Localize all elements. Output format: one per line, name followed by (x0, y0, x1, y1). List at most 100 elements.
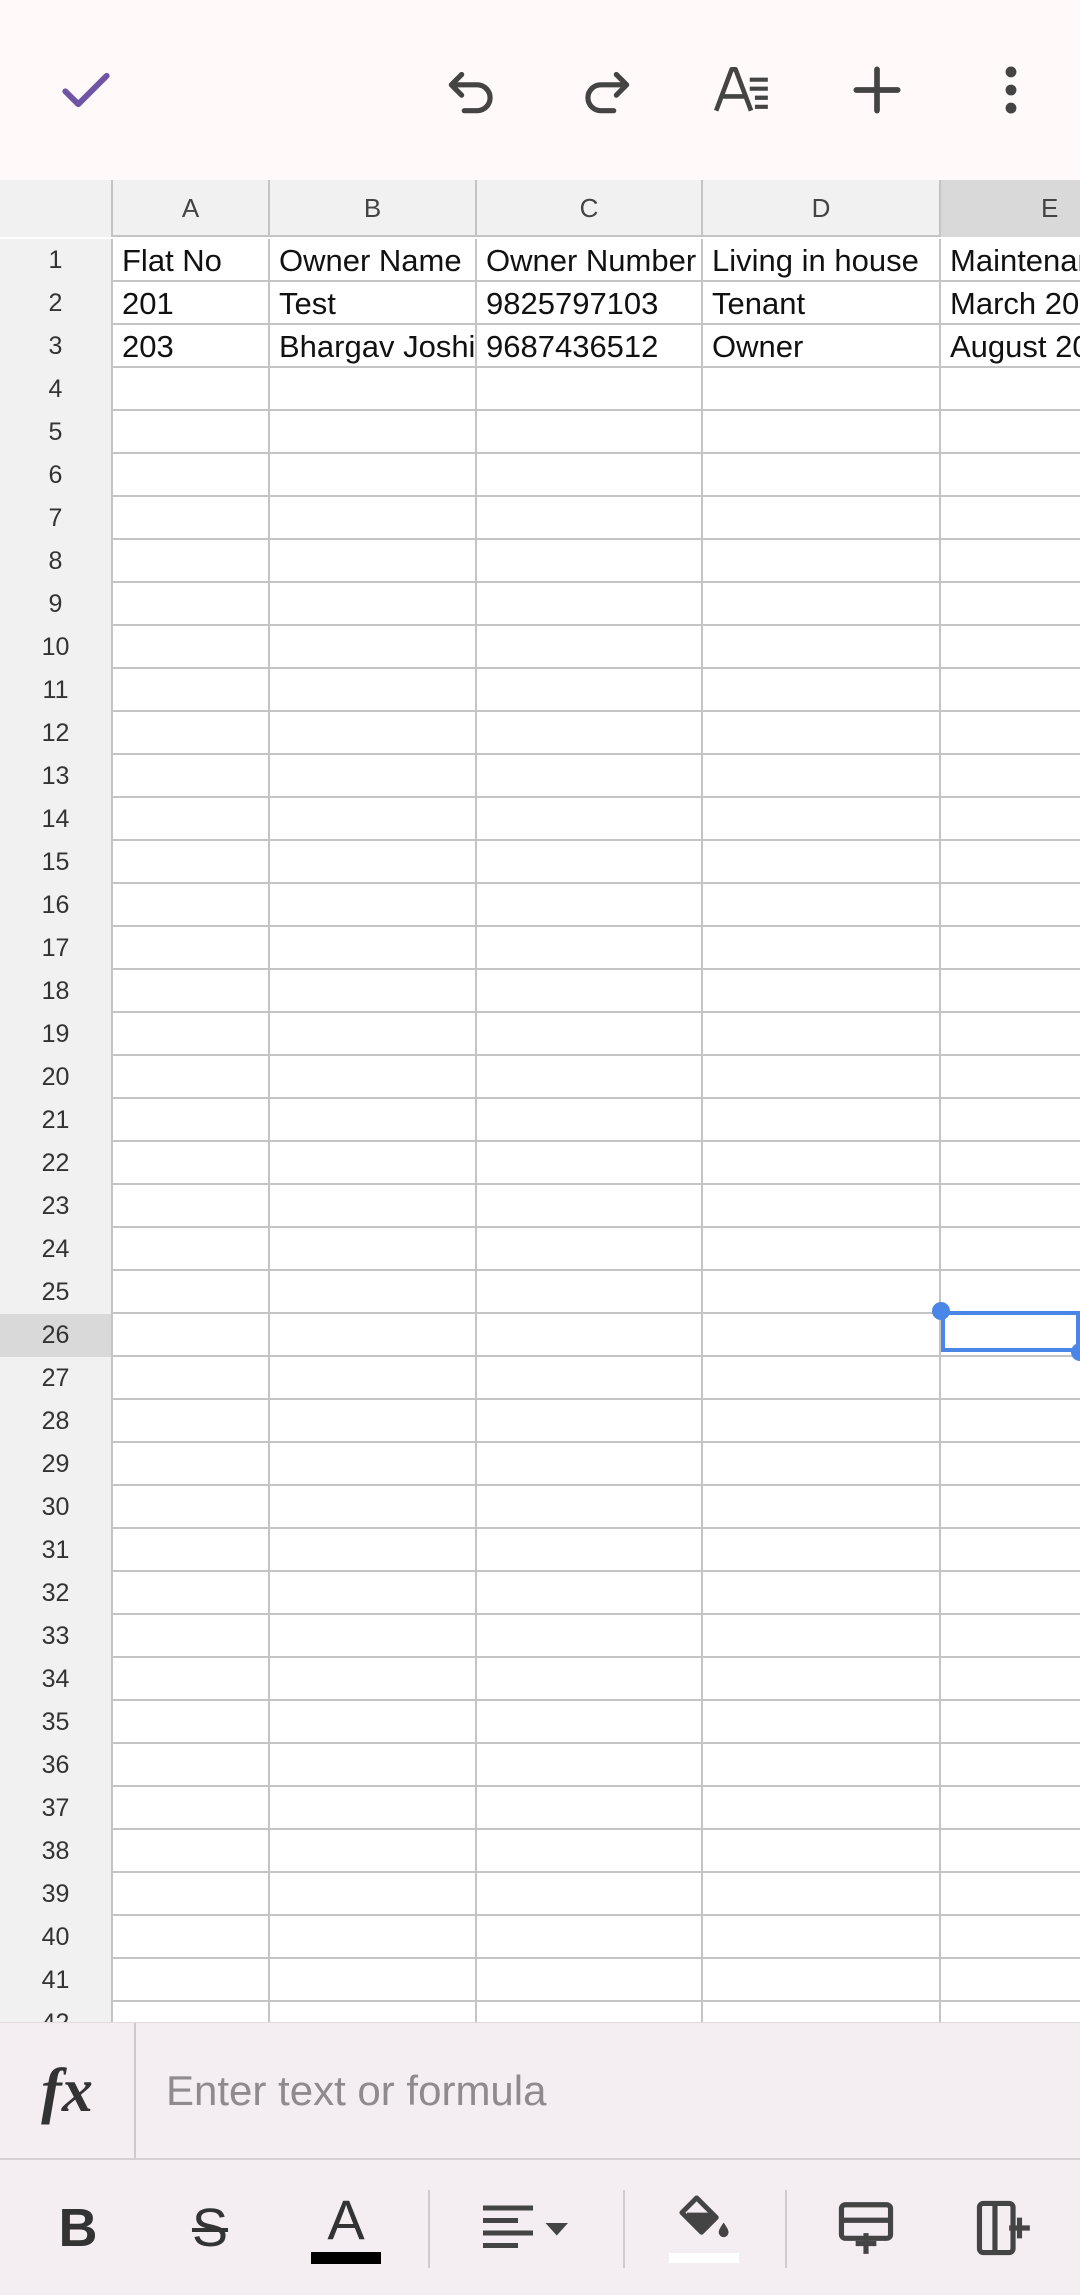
cell[interactable] (113, 927, 270, 970)
cell[interactable] (941, 497, 1080, 540)
fill-color-button[interactable] (664, 2180, 744, 2276)
cell[interactable] (703, 454, 941, 497)
cell[interactable] (703, 1400, 941, 1443)
row-header[interactable]: 6 (0, 454, 113, 497)
cell[interactable] (270, 1916, 477, 1959)
cell[interactable] (941, 970, 1080, 1013)
cell[interactable] (941, 1056, 1080, 1099)
cell[interactable] (270, 1701, 477, 1744)
cell[interactable] (703, 1013, 941, 1056)
spreadsheet-grid[interactable]: A B C D E 1 Flat No Owner Name Owner Number… (0, 180, 1080, 2022)
cell[interactable]: Owner (703, 325, 941, 368)
cell[interactable] (113, 1572, 270, 1615)
cell[interactable] (477, 1615, 703, 1658)
cell[interactable] (477, 1142, 703, 1185)
cell[interactable] (113, 1013, 270, 1056)
cell[interactable] (941, 1486, 1080, 1529)
insert-column-button[interactable] (964, 2180, 1044, 2276)
cell[interactable] (477, 1013, 703, 1056)
row-header[interactable]: 36 (0, 1744, 113, 1787)
cell[interactable] (941, 1701, 1080, 1744)
cell[interactable] (703, 626, 941, 669)
cell[interactable]: Maintenance (941, 239, 1080, 282)
cell[interactable] (477, 1185, 703, 1228)
cell[interactable] (270, 1959, 477, 2002)
cell[interactable] (703, 497, 941, 540)
cell[interactable]: 201 (113, 282, 270, 325)
selection-handle-top-left[interactable] (932, 1302, 950, 1320)
cell[interactable] (477, 1830, 703, 1873)
row-header[interactable]: 17 (0, 927, 113, 970)
cell[interactable]: Flat No (113, 239, 270, 282)
row-header[interactable]: 20 (0, 1056, 113, 1099)
row-header[interactable]: 28 (0, 1400, 113, 1443)
cell[interactable] (477, 626, 703, 669)
row-header[interactable]: 13 (0, 755, 113, 798)
cell[interactable] (113, 2002, 270, 2022)
cell[interactable] (941, 540, 1080, 583)
selected-cell-e26[interactable] (941, 1311, 1080, 1352)
cell[interactable] (477, 1400, 703, 1443)
cell[interactable]: Test (270, 282, 477, 325)
cell[interactable] (477, 411, 703, 454)
cell[interactable] (270, 841, 477, 884)
cell[interactable] (270, 2002, 477, 2022)
row-header[interactable]: 1 (0, 239, 113, 282)
cell[interactable] (941, 1013, 1080, 1056)
row-header[interactable]: 15 (0, 841, 113, 884)
cell[interactable] (113, 669, 270, 712)
cell[interactable] (477, 1701, 703, 1744)
cell[interactable] (941, 411, 1080, 454)
cell[interactable] (113, 583, 270, 626)
cell[interactable] (270, 1056, 477, 1099)
row-header[interactable]: 39 (0, 1873, 113, 1916)
cell[interactable] (270, 411, 477, 454)
column-header-b[interactable]: B (270, 180, 477, 237)
cell[interactable] (113, 1529, 270, 1572)
text-format-button[interactable] (697, 45, 787, 135)
cell[interactable] (941, 1830, 1080, 1873)
cell[interactable] (270, 755, 477, 798)
cell[interactable] (703, 1658, 941, 1701)
cell[interactable] (941, 1142, 1080, 1185)
column-header-e[interactable]: E (941, 180, 1080, 237)
cell[interactable] (477, 540, 703, 583)
cell[interactable]: 9687436512 (477, 325, 703, 368)
cell[interactable]: March 2022 (941, 282, 1080, 325)
cell[interactable] (477, 1572, 703, 1615)
cell[interactable] (113, 1099, 270, 1142)
cell[interactable] (477, 970, 703, 1013)
cell[interactable] (703, 1830, 941, 1873)
cell[interactable] (703, 1701, 941, 1744)
cell[interactable] (703, 1185, 941, 1228)
cell[interactable] (477, 583, 703, 626)
cell[interactable] (941, 454, 1080, 497)
cell[interactable] (113, 755, 270, 798)
cell[interactable] (703, 1916, 941, 1959)
cell[interactable] (703, 841, 941, 884)
cell[interactable] (941, 927, 1080, 970)
cell[interactable] (270, 1400, 477, 1443)
cell[interactable]: August 2022 (941, 325, 1080, 368)
cell[interactable] (270, 927, 477, 970)
row-header[interactable]: 14 (0, 798, 113, 841)
cell[interactable] (113, 454, 270, 497)
cell[interactable] (113, 1056, 270, 1099)
cell[interactable] (703, 1486, 941, 1529)
cell[interactable] (941, 1959, 1080, 2002)
cell[interactable] (703, 669, 941, 712)
cell[interactable] (941, 798, 1080, 841)
row-header[interactable]: 4 (0, 368, 113, 411)
cell[interactable] (477, 1916, 703, 1959)
column-header-d[interactable]: D (703, 180, 941, 237)
formula-input[interactable] (138, 2023, 1080, 2159)
cell[interactable] (941, 1443, 1080, 1486)
row-header[interactable]: 11 (0, 669, 113, 712)
cell[interactable] (477, 2002, 703, 2022)
cell[interactable] (270, 1615, 477, 1658)
cell[interactable] (270, 1744, 477, 1787)
cell[interactable] (703, 583, 941, 626)
cell[interactable] (703, 1873, 941, 1916)
cell[interactable] (270, 1357, 477, 1400)
cell[interactable] (270, 583, 477, 626)
